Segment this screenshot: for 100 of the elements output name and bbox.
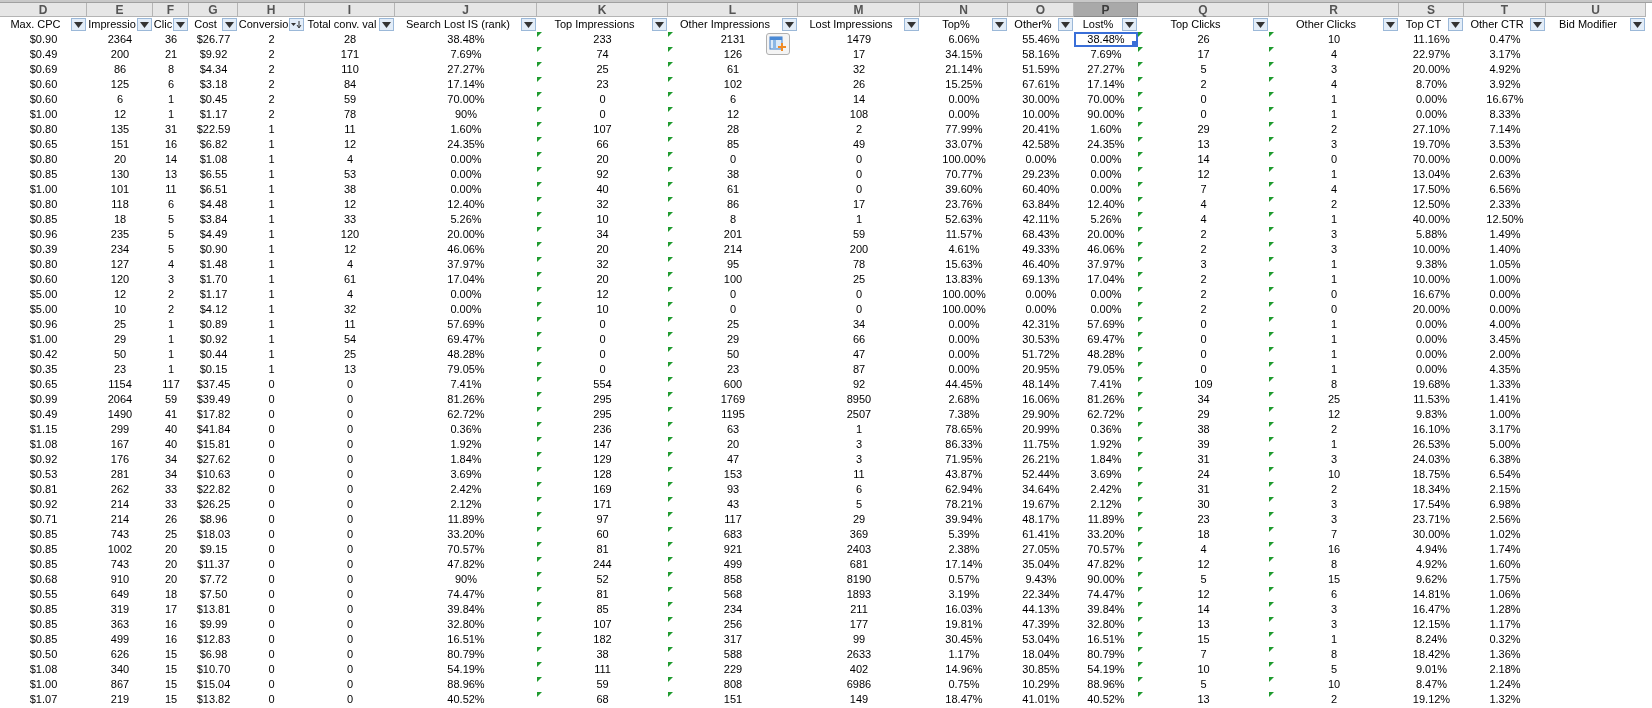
table-cell: 26 (852, 77, 866, 92)
error-flag-icon (537, 77, 542, 82)
table-cell: 683 (723, 527, 743, 542)
error-flag-icon (1138, 107, 1143, 112)
column-letter[interactable]: H (238, 3, 305, 17)
filter-button[interactable] (992, 18, 1007, 31)
column-letter[interactable]: R (1269, 3, 1399, 17)
column-letter[interactable]: M (798, 3, 920, 17)
filter-button[interactable] (652, 18, 667, 31)
table-cell: 59 (343, 92, 357, 107)
selected-cell[interactable]: 38.48% (1074, 32, 1138, 47)
column-letter[interactable]: P (1074, 3, 1138, 17)
column-letter[interactable]: J (395, 3, 537, 17)
column-letter[interactable]: Q (1138, 3, 1269, 17)
column-letter[interactable]: T (1464, 3, 1546, 17)
column-letter[interactable]: U (1546, 3, 1646, 17)
column-letter[interactable]: F (153, 3, 189, 17)
table-cell: 66 (852, 332, 866, 347)
table-cell: 12 (1197, 167, 1210, 182)
column-letter[interactable]: I (305, 3, 395, 17)
error-flag-icon (1269, 287, 1274, 292)
table-cell: 4.35% (1489, 362, 1521, 377)
table-cell: 2 (268, 32, 275, 47)
table-cell: 1 (167, 107, 175, 122)
table-cell: 0.00% (1415, 92, 1448, 107)
table-cell: 1.17% (1489, 617, 1521, 632)
caret-down-icon (1125, 21, 1134, 28)
table-cell: 40.00% (1412, 212, 1451, 227)
table-cell: 1.00% (1489, 272, 1521, 287)
error-flag-icon (537, 587, 542, 592)
error-flag-icon (1269, 272, 1274, 277)
table-cell: 90% (455, 107, 477, 122)
table-cell: 0 (346, 662, 354, 677)
filter-button[interactable] (1383, 18, 1398, 31)
table-cell: $0.85 (29, 632, 58, 647)
table-cell: 15 (164, 677, 178, 692)
column-letter[interactable]: D (0, 3, 87, 17)
error-flag-icon (668, 377, 673, 382)
column-letter[interactable]: G (189, 3, 238, 17)
table-cell: 7 (1200, 182, 1207, 197)
filter-button[interactable] (1530, 18, 1545, 31)
filter-button[interactable] (1448, 18, 1463, 31)
error-flag-icon (668, 212, 673, 217)
filter-button[interactable] (71, 18, 86, 31)
table-cell: 363 (110, 617, 130, 632)
filter-button[interactable] (904, 18, 919, 31)
table-cell: 20 (726, 437, 740, 452)
table-cell: $0.90 (29, 32, 58, 47)
table-cell: 0 (268, 482, 275, 497)
table-cell: 14.96% (945, 662, 983, 677)
table-cell: $0.35 (29, 362, 58, 377)
column-letter[interactable]: N (920, 3, 1008, 17)
error-flag-icon (1138, 467, 1143, 472)
table-cell: 31 (1197, 482, 1210, 497)
filter-button[interactable] (222, 18, 237, 31)
table-cell: 111 (594, 662, 611, 677)
table-cell: 3.17% (1489, 47, 1521, 62)
table-cell: 19.12% (1412, 692, 1451, 707)
table-cell: 34 (1197, 392, 1210, 407)
table-cell: $13.81 (196, 602, 231, 617)
table-cell: 0 (855, 167, 863, 182)
filter-button[interactable] (521, 18, 536, 31)
table-cell: 6.56% (1489, 182, 1521, 197)
error-flag-icon (1138, 77, 1143, 82)
error-flag-icon (537, 557, 542, 562)
table-cell: $4.48 (199, 197, 228, 212)
table-cell: $1.08 (199, 152, 228, 167)
column-letter[interactable]: O (1008, 3, 1074, 17)
filter-button[interactable] (782, 18, 797, 31)
table-cell: 681 (849, 557, 869, 572)
caret-down-icon (1386, 21, 1395, 28)
table-cell: 16.06% (1022, 392, 1060, 407)
filter-button[interactable] (137, 18, 152, 31)
table-cell: 7 (1330, 527, 1338, 542)
column-letter[interactable]: K (537, 3, 668, 17)
table-cell: 1 (1330, 107, 1338, 122)
column-letter[interactable]: S (1399, 3, 1464, 17)
table-cell: 32 (343, 302, 357, 317)
error-flag-icon (668, 302, 673, 307)
sort-filter-button[interactable] (289, 18, 304, 31)
table-cell: $15.81 (196, 437, 231, 452)
column-letter[interactable]: E (87, 3, 153, 17)
filter-button[interactable] (1058, 18, 1073, 31)
table-cell: 5 (167, 227, 175, 242)
filter-button[interactable] (1630, 18, 1645, 31)
filter-button[interactable] (173, 18, 188, 31)
filter-button[interactable] (1122, 18, 1137, 31)
filter-button[interactable] (1253, 18, 1268, 31)
column-letter[interactable]: L (668, 3, 798, 17)
table-cell: $5.00 (29, 287, 58, 302)
table-cell: 32.80% (1087, 617, 1125, 632)
table-cell: 12 (343, 197, 357, 212)
table-cell: 1.84% (450, 452, 482, 467)
table-cell: 13.04% (1412, 167, 1451, 182)
table-cell: 128 (593, 467, 612, 482)
filter-button[interactable] (379, 18, 394, 31)
error-flag-icon (537, 332, 542, 337)
table-cell: 0 (729, 302, 737, 317)
table-cell: 4.92% (1489, 62, 1521, 77)
table-cell: 54 (343, 332, 357, 347)
